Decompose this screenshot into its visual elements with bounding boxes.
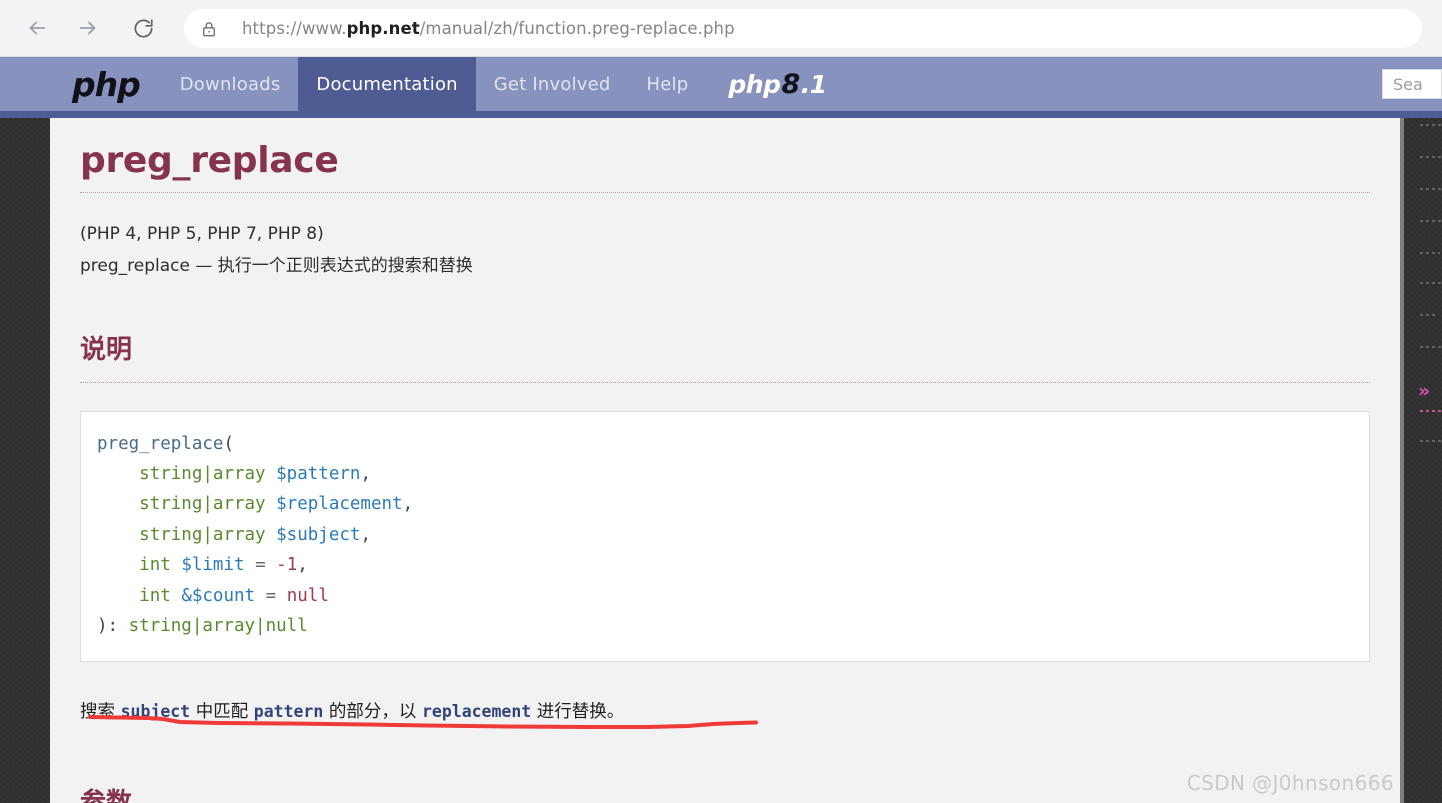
watermark-text: CSDN @J0hnson666 xyxy=(1186,771,1394,795)
desc-text-3: 的部分，以 xyxy=(323,701,422,722)
minimap-line xyxy=(1420,156,1442,158)
param-comma: , xyxy=(402,494,414,515)
url-scheme: https://www. xyxy=(242,19,347,38)
nav-item-help[interactable]: Help xyxy=(629,57,707,111)
minimap-line xyxy=(1420,314,1438,316)
param-type: int xyxy=(139,585,171,606)
param-type: string|array xyxy=(139,464,266,485)
manual-page: preg_replace (PHP 4, PHP 5, PHP 7, PHP 8… xyxy=(50,118,1400,803)
reload-icon[interactable] xyxy=(126,11,160,45)
breadcrumb-item[interactable] xyxy=(1356,128,1360,142)
nav-item-documentation[interactable]: Documentation xyxy=(298,57,476,111)
forward-icon[interactable] xyxy=(71,11,105,45)
synopsis-close-paren: ): xyxy=(97,616,129,637)
synopsis-function-name: preg_replace xyxy=(97,433,224,454)
desc-text-4: 进行替换。 xyxy=(531,701,625,722)
param-ref-pattern: pattern xyxy=(253,701,324,721)
breadcrumb-item[interactable] xyxy=(1255,128,1259,142)
param-operator: = xyxy=(265,585,277,606)
minimap-line xyxy=(1420,124,1442,126)
param-operator: = xyxy=(255,555,266,576)
php-version-badge[interactable]: php 8.1 xyxy=(706,57,842,111)
php-badge-prefix: php xyxy=(728,69,781,99)
search-input[interactable]: Sea xyxy=(1382,69,1442,99)
site-navigation: php Downloads Documentation Get Involved… xyxy=(0,57,1442,111)
param-comma: , xyxy=(360,524,371,545)
method-synopsis: preg_replace( string|array $pattern, str… xyxy=(80,410,1370,662)
param-name: $pattern xyxy=(276,464,361,485)
param-ref-subject: subject xyxy=(120,701,191,721)
param-type: string|array xyxy=(139,494,266,515)
minimap-line-highlight xyxy=(1420,410,1442,412)
minimap-line xyxy=(1420,220,1442,222)
php-elephant-glyph: 8 xyxy=(781,68,800,100)
desc-text-1: 搜索 xyxy=(80,701,121,722)
minimap-line xyxy=(1420,440,1442,442)
lock-icon xyxy=(200,20,218,38)
synopsis-open-paren: ( xyxy=(223,433,234,454)
nav-item-get-involved[interactable]: Get Involved xyxy=(476,57,629,111)
section-heading-parameters: 参数 xyxy=(80,787,133,803)
param-type: string|array xyxy=(139,524,266,545)
minimap-line xyxy=(1420,252,1440,254)
param-name: $limit xyxy=(181,555,245,576)
nav-item-downloads[interactable]: Downloads xyxy=(162,57,299,111)
param-ref-replacement: replacement xyxy=(421,701,532,721)
minimap-line xyxy=(1420,346,1442,348)
param-name: $subject xyxy=(276,524,361,545)
desc-text-2: 中匹配 xyxy=(190,701,254,722)
address-bar[interactable]: https://www.php.net/manual/zh/function.p… xyxy=(184,9,1422,48)
url-text: https://www.php.net/manual/zh/function.p… xyxy=(242,19,735,38)
synopsis-return-type: string|array|null xyxy=(128,616,308,637)
editor-backdrop-left xyxy=(0,110,50,803)
browser-toolbar: https://www.php.net/manual/zh/function.p… xyxy=(0,0,1442,57)
param-comma: , xyxy=(297,555,308,576)
url-path: /manual/zh/function.preg-replace.php xyxy=(419,19,735,38)
url-host: php.net xyxy=(346,19,420,38)
php-badge-suffix: .1 xyxy=(800,69,827,99)
param-name: $replacement xyxy=(276,494,403,515)
param-type: int xyxy=(139,555,171,576)
back-icon[interactable] xyxy=(20,11,54,45)
chevron-right-double-icon[interactable]: » xyxy=(1418,382,1430,401)
minimap-line xyxy=(1420,282,1442,284)
minimap-line xyxy=(1420,188,1442,190)
php-logo[interactable]: php xyxy=(0,57,162,111)
param-comma: , xyxy=(360,464,371,485)
param-default: null xyxy=(286,585,329,606)
description-paragraph: 搜索 subject 中匹配 pattern 的部分，以 replacement… xyxy=(80,698,1370,726)
section-heading-description: 说明 xyxy=(80,334,133,365)
version-info: (PHP 4, PHP 5, PHP 7, PHP 8) xyxy=(80,224,324,244)
nav-underline-band xyxy=(0,111,1442,118)
editor-minimap-right[interactable]: » xyxy=(1400,110,1442,803)
watermark: CSDN @J0hnson666 xyxy=(1187,771,1394,795)
description-divider xyxy=(80,381,1370,383)
page-title: preg_replace xyxy=(80,140,339,181)
param-name: &$count xyxy=(181,585,256,606)
breadcrumb-item[interactable] xyxy=(1305,128,1309,142)
param-default: -1 xyxy=(276,555,298,576)
search-placeholder: Sea xyxy=(1393,74,1423,94)
title-divider xyxy=(80,192,1370,193)
breadcrumb[interactable] xyxy=(1255,128,1360,142)
ref-purpose: preg_replace — 执行一个正则表达式的搜索和替换 xyxy=(80,256,473,277)
